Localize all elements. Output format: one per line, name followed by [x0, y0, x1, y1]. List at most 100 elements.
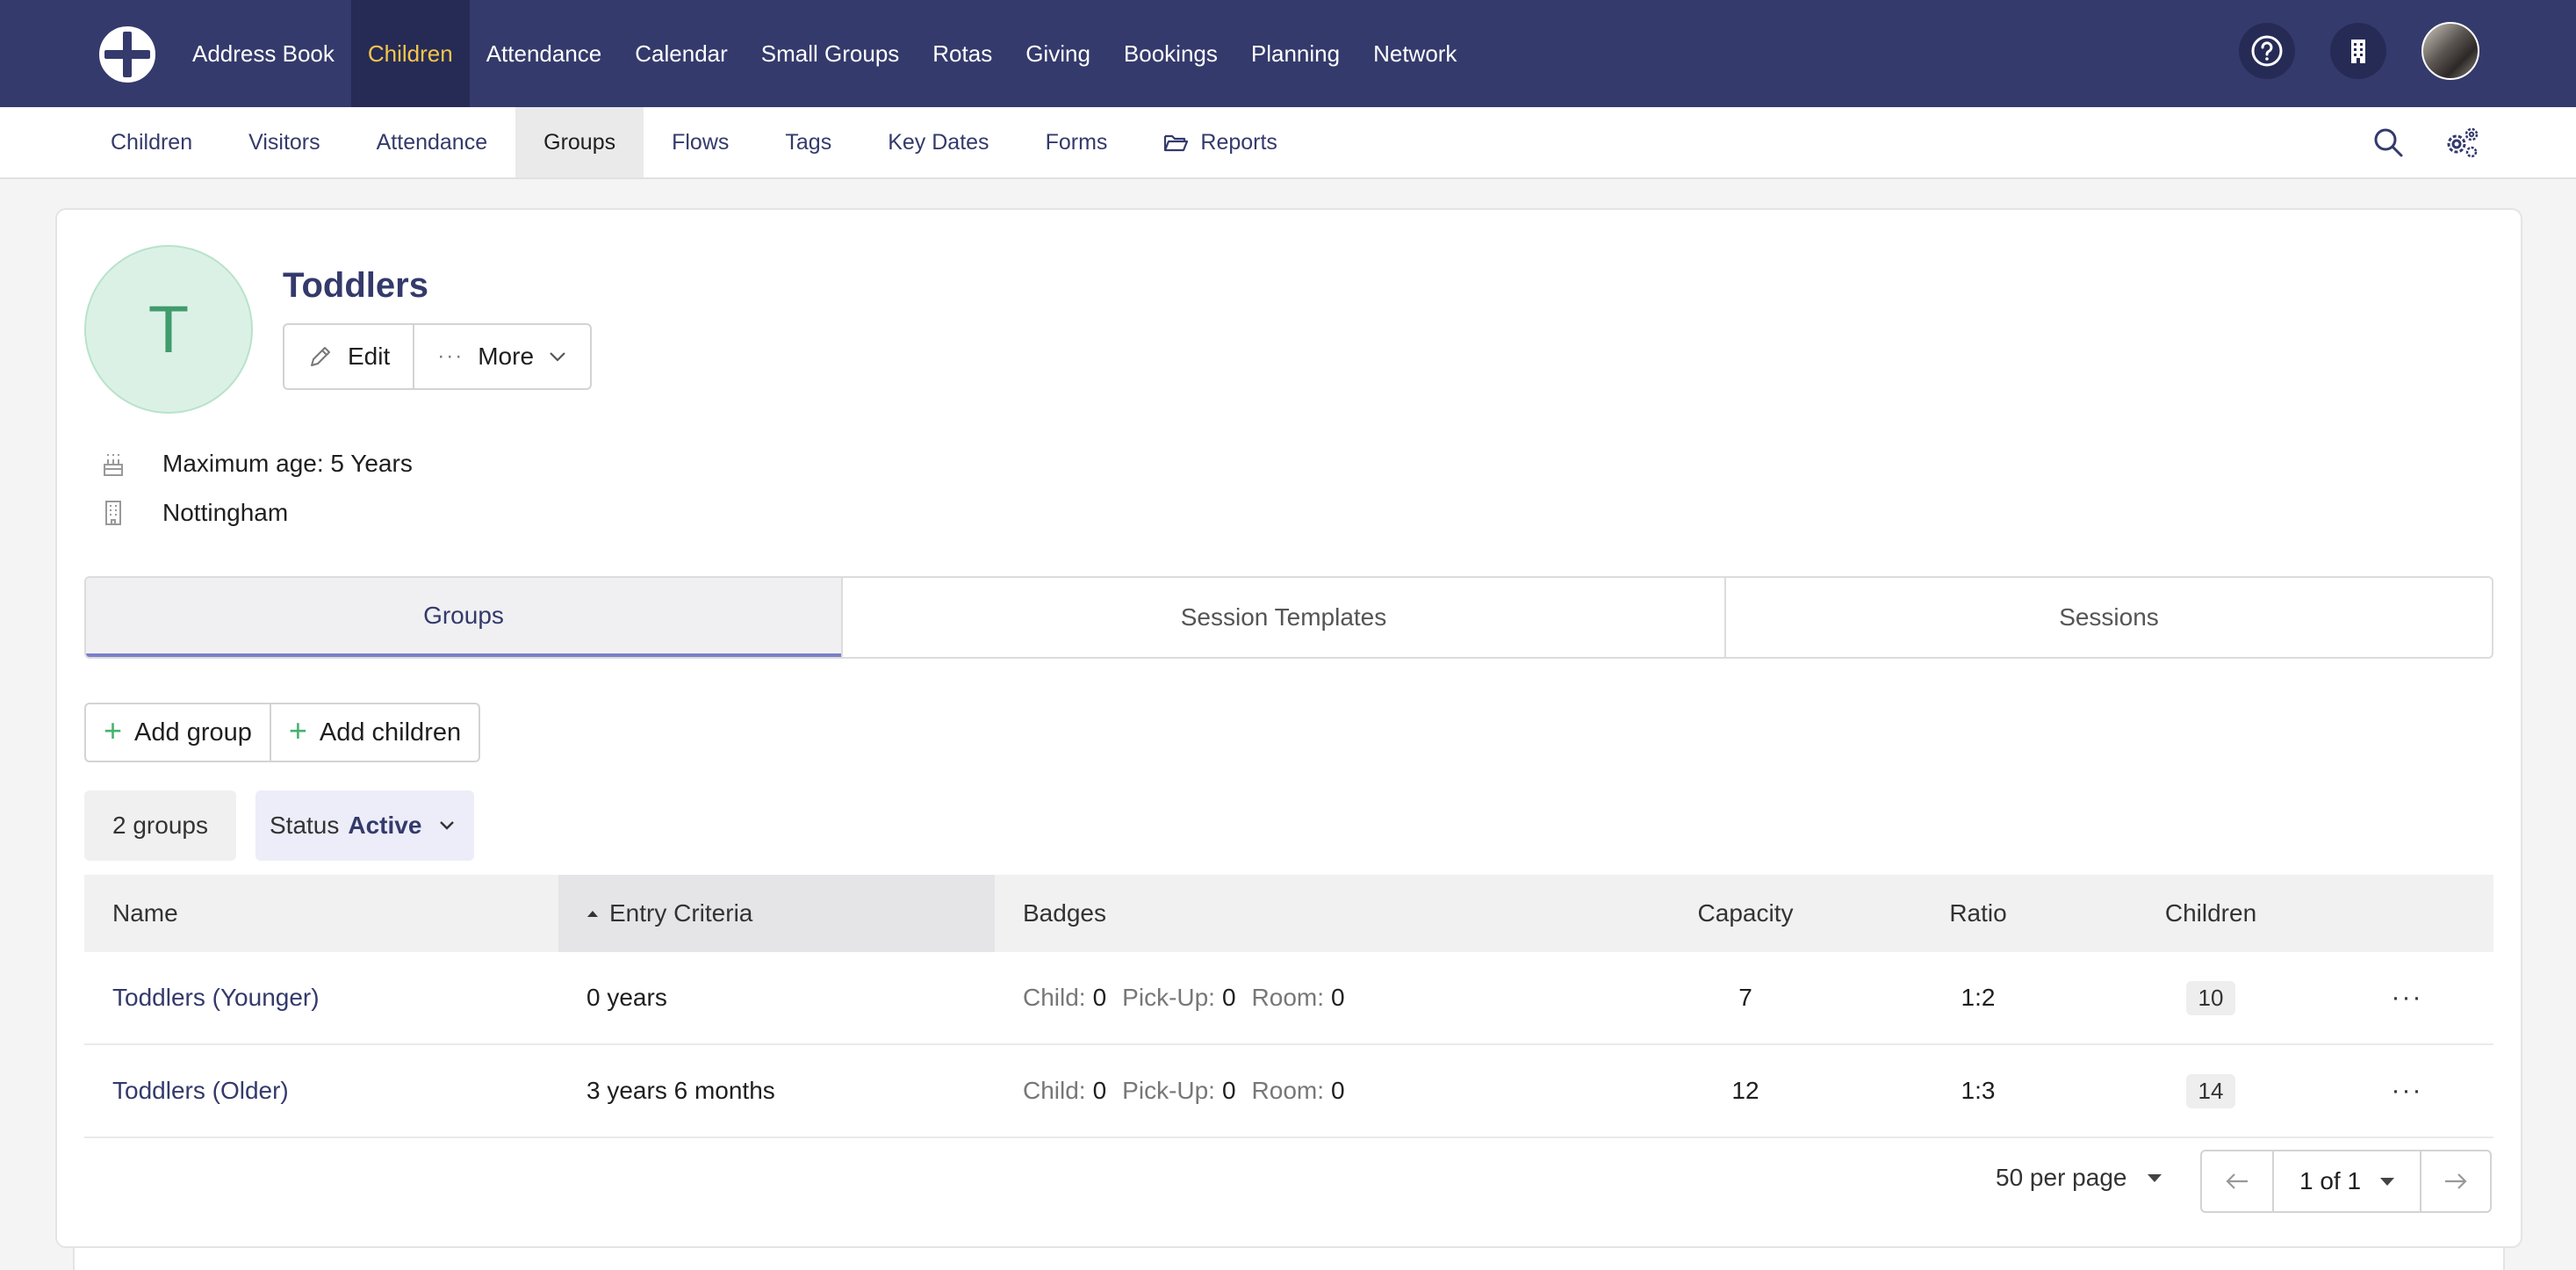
sub-right-controls [2369, 123, 2481, 162]
top-right-controls [2239, 22, 2479, 80]
cake-icon [101, 451, 126, 477]
top-navbar: Address Book Children Attendance Calenda… [0, 0, 2576, 107]
badge-child-value: 0 [1092, 984, 1107, 1011]
location-text: Nottingham [162, 499, 289, 526]
col-name[interactable]: Name [84, 875, 558, 952]
topnav-giving[interactable]: Giving [1009, 0, 1107, 107]
add-group-label: Add group [134, 718, 252, 747]
church-logo-icon[interactable] [97, 25, 157, 84]
ratio-value: 1:3 [1961, 1077, 1996, 1104]
col-entry-criteria[interactable]: Entry Criteria [558, 875, 995, 952]
topnav-small-groups[interactable]: Small Groups [745, 0, 917, 107]
group-name-link[interactable]: Toddlers (Older) [112, 1077, 289, 1105]
col-ratio[interactable]: Ratio [1855, 875, 2101, 952]
badge-pickup-value: 0 [1221, 984, 1236, 1011]
add-group-button[interactable]: + Add group [86, 704, 270, 761]
children-count-badge[interactable]: 10 [2185, 980, 2236, 1015]
more-button[interactable]: ··· More [413, 325, 590, 388]
topnav-children[interactable]: Children [350, 0, 470, 107]
children-count-badge[interactable]: 14 [2185, 1073, 2236, 1108]
badge-child-label: Child: [1023, 1077, 1086, 1104]
topnav-calendar[interactable]: Calendar [618, 0, 745, 107]
entry-criteria: 0 years [586, 984, 667, 1011]
add-actions: + Add group + Add children [84, 703, 481, 762]
help-button[interactable] [2239, 23, 2295, 79]
subnav-reports[interactable]: Reports [1135, 107, 1306, 177]
subnav-groups[interactable]: Groups [515, 107, 644, 177]
sub-navbar: Children Visitors Attendance Groups Flow… [0, 107, 2576, 179]
groups-table: Name Entry Criteria Badges Capacity Rati… [84, 875, 2493, 1138]
topnav-rotas[interactable]: Rotas [916, 0, 1009, 107]
badge-room-label: Room: [1251, 1077, 1325, 1104]
page-select[interactable]: 1 of 1 [2272, 1151, 2420, 1211]
edit-button[interactable]: Edit [284, 325, 413, 388]
pagination: 1 of 1 [2200, 1150, 2492, 1213]
ratio-value: 1:2 [1961, 984, 1996, 1011]
badges-cell: Child: 0 Pick-Up: 0 Room: 0 [995, 952, 1636, 1043]
chevron-down-icon [550, 352, 565, 362]
badge-room-label: Room: [1251, 984, 1325, 1011]
col-actions [2321, 875, 2493, 952]
user-avatar[interactable] [2421, 22, 2479, 80]
chevron-down-icon [440, 821, 455, 830]
subnav-reports-label: Reports [1200, 129, 1277, 155]
subnav-tags[interactable]: Tags [757, 107, 860, 177]
entry-criteria: 3 years 6 months [586, 1077, 775, 1104]
subnav-flows[interactable]: Flows [644, 107, 757, 177]
subnav-forms[interactable]: Forms [1018, 107, 1136, 177]
add-children-button[interactable]: + Add children [269, 704, 479, 761]
add-children-label: Add children [319, 718, 462, 747]
col-badges[interactable]: Badges [995, 875, 1636, 952]
capacity-value: 12 [1731, 1077, 1759, 1104]
location-row: Nottingham [101, 499, 288, 527]
group-card: T Toddlers Edit ··· More Maximum age: 5 … [55, 208, 2522, 1248]
caret-down-icon [2380, 1177, 2395, 1186]
topnav-address-book[interactable]: Address Book [176, 0, 351, 107]
per-page-select[interactable]: 50 per page [1996, 1164, 2162, 1192]
subnav-key-dates[interactable]: Key Dates [860, 107, 1017, 177]
badge-child-label: Child: [1023, 984, 1086, 1011]
main-nav: Address Book Children Attendance Calenda… [176, 0, 1473, 107]
col-entry-label: Entry Criteria [609, 899, 753, 927]
plus-icon: + [104, 712, 123, 748]
badge-pickup-value: 0 [1221, 1077, 1236, 1104]
group-actions: Edit ··· More [283, 323, 593, 390]
folder-open-icon [1164, 134, 1189, 152]
row-menu-button[interactable]: ··· [2392, 1076, 2423, 1106]
group-name-link[interactable]: Toddlers (Younger) [112, 984, 320, 1012]
topnav-attendance[interactable]: Attendance [470, 0, 619, 107]
status-filter[interactable]: Status Active [255, 790, 475, 861]
building-icon [101, 500, 126, 526]
building-icon [2351, 40, 2365, 63]
status-filter-value: Active [348, 812, 422, 839]
topnav-bookings[interactable]: Bookings [1107, 0, 1234, 107]
subnav-attendance[interactable]: Attendance [349, 107, 516, 177]
arrow-right-icon [2445, 1173, 2467, 1189]
capacity-value: 7 [1738, 984, 1752, 1011]
table-header: Name Entry Criteria Badges Capacity Rati… [84, 875, 2493, 952]
status-filter-label: Status [270, 812, 340, 839]
subnav-visitors[interactable]: Visitors [220, 107, 349, 177]
arrow-left-icon [2226, 1173, 2248, 1189]
col-children[interactable]: Children [2101, 875, 2321, 952]
organisation-button[interactable] [2330, 23, 2386, 79]
subnav-children[interactable]: Children [83, 107, 220, 177]
tab-groups[interactable]: Groups [86, 578, 841, 657]
settings-button[interactable] [2443, 123, 2481, 162]
group-avatar: T [84, 245, 253, 414]
badges-cell: Child: 0 Pick-Up: 0 Room: 0 [995, 1045, 1636, 1137]
tab-sessions[interactable]: Sessions [1724, 578, 2492, 657]
topnav-network[interactable]: Network [1356, 0, 1473, 107]
edit-label: Edit [348, 343, 391, 370]
prev-page-button[interactable] [2202, 1151, 2272, 1211]
max-age-text: Maximum age: 5 Years [162, 450, 413, 477]
next-page-button[interactable] [2420, 1151, 2490, 1211]
row-menu-button[interactable]: ··· [2392, 983, 2423, 1013]
table-row: Toddlers (Younger) 0 years Child: 0 Pick-… [84, 952, 2493, 1045]
more-label: More [478, 343, 535, 370]
search-button[interactable] [2369, 123, 2407, 162]
caret-down-icon [2148, 1173, 2162, 1182]
topnav-planning[interactable]: Planning [1234, 0, 1356, 107]
col-capacity[interactable]: Capacity [1636, 875, 1855, 952]
tab-session-templates[interactable]: Session Templates [841, 578, 1724, 657]
